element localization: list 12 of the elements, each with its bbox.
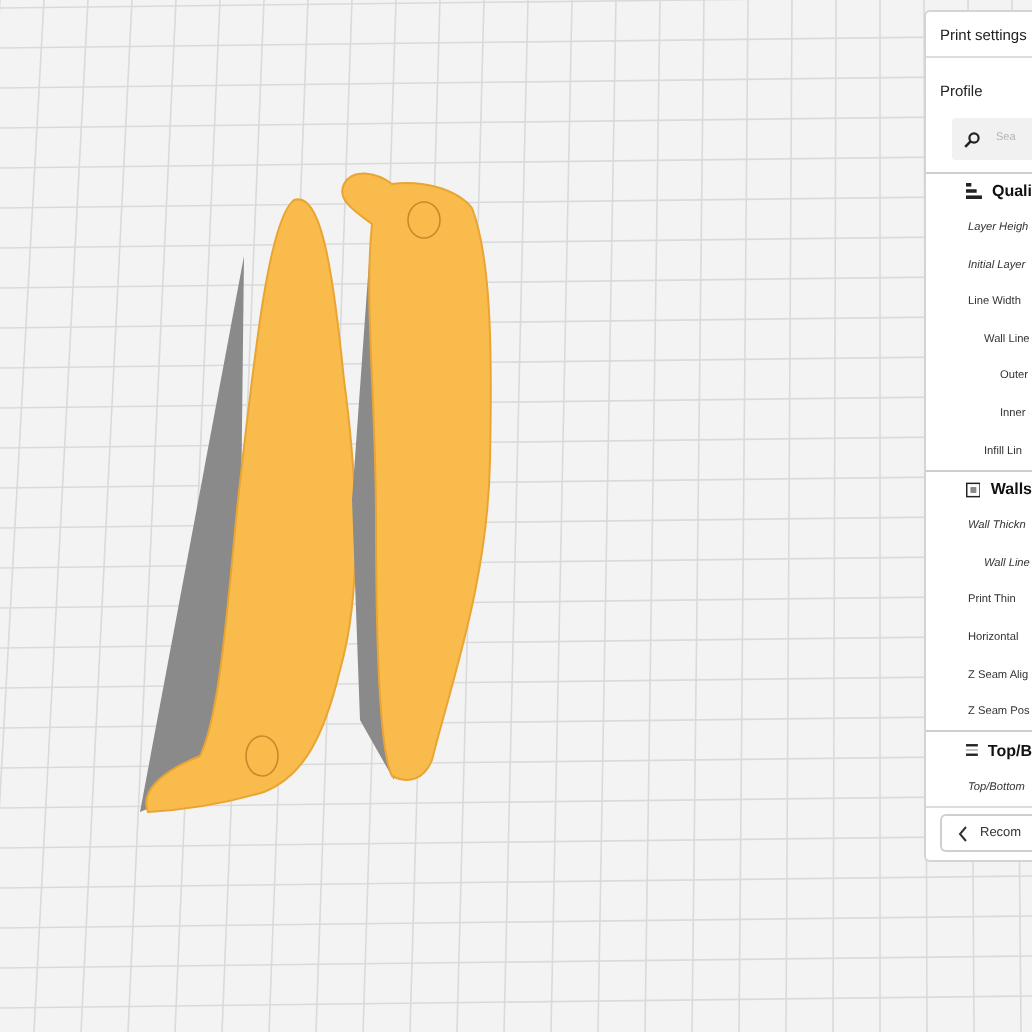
- category-label: Walls: [990, 480, 1032, 499]
- model-drawing[interactable]: [341, 172, 492, 781]
- walls-icon: [966, 479, 981, 500]
- category-header[interactable]: Walls: [926, 469, 1032, 508]
- category-label: Top/B: [987, 741, 1032, 760]
- category-header[interactable]: Top/B: [926, 730, 1032, 769]
- chevron-left-icon: [958, 825, 968, 842]
- category-header[interactable]: Quali: [926, 171, 1032, 210]
- quality-icon: [966, 182, 982, 201]
- model-drawing[interactable]: [140, 198, 357, 813]
- category-label: Quali: [991, 182, 1032, 201]
- top-bottom-icon: [966, 740, 978, 761]
